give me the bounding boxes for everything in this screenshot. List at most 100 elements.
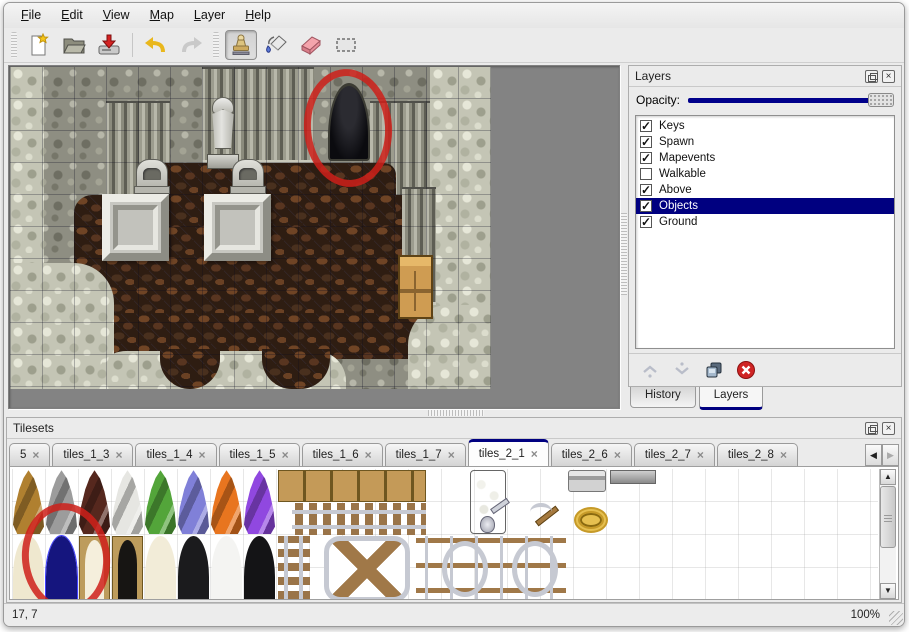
shovel-tile[interactable] — [476, 501, 512, 535]
tileset-tab-tiles_1_5[interactable]: tiles_1_5× — [219, 443, 300, 466]
move-layer-down-button[interactable] — [671, 359, 693, 381]
layer-visibility-checkbox[interactable]: ✓ — [640, 120, 652, 132]
undo-button[interactable] — [140, 30, 172, 60]
tileset-canvas[interactable] — [12, 469, 878, 599]
open-map-button[interactable] — [58, 30, 90, 60]
layer-row-ground[interactable]: ✓Ground — [636, 214, 894, 230]
stamp-tool-button[interactable] — [225, 30, 257, 60]
scroll-down-icon[interactable]: ▼ — [880, 583, 896, 599]
tileset-tab-5[interactable]: 5× — [9, 443, 50, 466]
close-panel-button[interactable]: × — [882, 422, 895, 435]
layer-visibility-checkbox[interactable]: ✓ — [640, 184, 652, 196]
layer-visibility-checkbox[interactable]: ✓ — [640, 136, 652, 148]
dock-tab-bar: HistoryLayers — [628, 387, 902, 410]
mine-rail-horizontal-tile[interactable] — [292, 503, 426, 535]
menu-help[interactable]: Help — [236, 5, 280, 25]
close-tab-icon[interactable]: × — [448, 448, 455, 462]
save-map-button[interactable] — [93, 30, 125, 60]
tileset-tab-tiles_1_3[interactable]: tiles_1_3 × — [52, 443, 133, 466]
opacity-slider[interactable] — [688, 92, 894, 108]
layer-visibility-checkbox[interactable] — [640, 168, 652, 180]
black-cave-opening-tile[interactable] — [178, 536, 209, 599]
layer-row-spawn[interactable]: ✓Spawn — [636, 134, 894, 150]
dock-tab-history[interactable]: History — [630, 387, 696, 408]
tileset-vertical-scrollbar[interactable]: ▲ ▼ — [879, 469, 896, 599]
tileset-tab-tiles_2_1[interactable]: tiles_2_1× — [468, 439, 549, 466]
tileset-tab-tiles_2_6[interactable]: tiles_2_6× — [551, 443, 632, 466]
orange-crystal-formation-tile[interactable] — [211, 470, 242, 534]
new-map-button[interactable] — [23, 30, 55, 60]
horizontal-splitter[interactable] — [4, 409, 904, 417]
toolbar-handle[interactable] — [11, 32, 17, 58]
tileset-tab-tiles_2_7[interactable]: tiles_2_7 × — [634, 443, 715, 466]
wooden-beams-tile[interactable] — [278, 470, 426, 502]
layer-row-walkable[interactable]: Walkable — [636, 166, 894, 182]
wooden-door-frame-dark-tile[interactable] — [112, 536, 143, 599]
eraser-tool-button[interactable] — [295, 30, 327, 60]
opacity-slider-handle[interactable] — [868, 93, 894, 107]
pickaxe-tile[interactable] — [528, 501, 564, 535]
menu-file[interactable]: File — [12, 5, 50, 25]
duplicate-layer-button[interactable] — [703, 359, 725, 381]
layer-row-keys[interactable]: ✓Keys — [636, 118, 894, 134]
redo-button[interactable] — [175, 30, 207, 60]
close-tab-icon[interactable]: × — [697, 448, 704, 462]
rope-coil-tile[interactable] — [574, 507, 608, 533]
close-panel-button[interactable]: × — [882, 70, 895, 83]
layer-row-objects[interactable]: ✓ Objects — [636, 198, 894, 214]
scroll-tabs-right-icon[interactable]: ▶ — [882, 444, 899, 466]
black-arch-opening-tile[interactable] — [244, 536, 275, 599]
toolbar-handle[interactable] — [213, 32, 219, 58]
purple-crystal-formation-tile[interactable] — [244, 470, 275, 534]
close-tab-icon[interactable]: × — [282, 448, 289, 462]
menu-view[interactable]: View — [94, 5, 139, 25]
tileset-tab-label: tiles_1_3 — [63, 449, 109, 461]
tileset-tab-label: tiles_1_6 — [313, 449, 359, 461]
tileset-tab-tiles_2_8[interactable]: tiles_2_8× — [717, 443, 798, 466]
layer-visibility-checkbox[interactable]: ✓ — [640, 200, 652, 212]
metal-beam-tile[interactable] — [610, 470, 656, 484]
close-tab-icon[interactable]: × — [614, 448, 621, 462]
close-tab-icon[interactable]: × — [365, 448, 372, 462]
ice-crystal-formation-tile[interactable] — [112, 470, 143, 534]
tileset-tab-tiles_1_7[interactable]: tiles_1_7× — [385, 443, 466, 466]
status-bar: 17, 7 100% — [4, 603, 904, 626]
close-tab-icon[interactable]: × — [115, 448, 122, 462]
vertical-splitter[interactable] — [620, 65, 628, 409]
mine-rail-vertical-tile[interactable] — [278, 536, 310, 599]
mine-rail-crossing-tile[interactable] — [324, 536, 410, 599]
blue-crystal-formation-tile[interactable] — [178, 470, 209, 534]
green-crystal-formation-tile[interactable] — [145, 470, 176, 534]
scroll-tabs-left-icon[interactable]: ◀ — [865, 444, 882, 466]
layer-row-mapevents[interactable]: ✓Mapevents — [636, 150, 894, 166]
tileset-tab-tiles_1_6[interactable]: tiles_1_6 × — [302, 443, 383, 466]
tileset-tab-label: tiles_2_7 — [645, 449, 691, 461]
menu-map[interactable]: Map — [141, 5, 183, 25]
float-panel-button[interactable] — [865, 70, 878, 83]
layer-visibility-checkbox[interactable]: ✓ — [640, 216, 652, 228]
layer-visibility-checkbox[interactable]: ✓ — [640, 152, 652, 164]
menu-edit[interactable]: Edit — [52, 5, 92, 25]
layer-name: Objects — [659, 200, 698, 212]
dock-tab-layers[interactable]: Layers — [699, 387, 764, 410]
column-capital-tile[interactable] — [568, 470, 606, 492]
move-layer-up-button[interactable] — [639, 359, 661, 381]
resize-grip[interactable] — [889, 611, 903, 625]
delete-layer-button[interactable] — [735, 359, 757, 381]
snowy-opening-tile[interactable] — [211, 536, 242, 599]
close-tab-icon[interactable]: × — [531, 447, 538, 461]
pale-tent-opening-tile[interactable] — [145, 536, 176, 599]
close-tab-icon[interactable]: × — [780, 448, 787, 462]
close-tab-icon[interactable]: × — [32, 448, 39, 462]
layer-row-above[interactable]: ✓Above — [636, 182, 894, 198]
close-tab-icon[interactable]: × — [199, 448, 206, 462]
tileset-tab-tiles_1_4[interactable]: tiles_1_4× — [135, 443, 216, 466]
scrollbar-thumb[interactable] — [880, 486, 896, 548]
map-canvas[interactable] — [10, 67, 491, 389]
scroll-up-icon[interactable]: ▲ — [880, 469, 896, 485]
float-panel-button[interactable] — [865, 422, 878, 435]
select-tool-button[interactable] — [330, 30, 362, 60]
layer-list[interactable]: ✓Keys✓Spawn✓MapeventsWalkable✓Above✓Obje… — [635, 115, 895, 349]
fill-tool-button[interactable] — [260, 30, 292, 60]
menu-layer[interactable]: Layer — [185, 5, 234, 25]
